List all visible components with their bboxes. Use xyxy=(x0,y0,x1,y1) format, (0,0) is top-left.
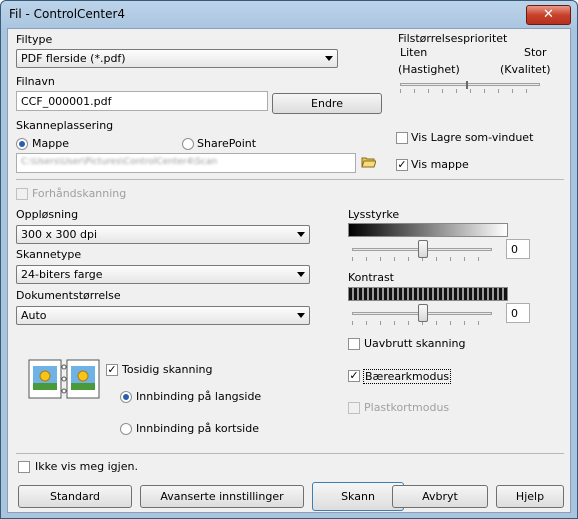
priority-high-label: Stor xyxy=(524,46,547,59)
plastic-card-label: Plastkortmodus xyxy=(364,401,450,414)
title-bar[interactable]: Fil - ControlCenter4 ✕ xyxy=(1,1,577,28)
folder-radio-label: Mappe xyxy=(32,137,69,150)
priority-high-sublabel: (Kvalitet) xyxy=(500,63,551,76)
close-button[interactable]: ✕ xyxy=(526,5,571,25)
dont-show-again-checkbox[interactable] xyxy=(18,461,30,473)
cancel-button[interactable]: Avbryt xyxy=(392,485,488,508)
resolution-value: 300 x 300 dpi xyxy=(21,228,98,241)
contrast-pattern xyxy=(348,287,508,301)
duplex-pages-icon xyxy=(28,359,100,399)
show-folder-label: Vis mappe xyxy=(411,158,469,171)
short-edge-label: Innbinding på kortside xyxy=(136,422,259,435)
sharepoint-radio[interactable] xyxy=(182,138,194,150)
plastic-card-checkbox[interactable] xyxy=(348,402,360,414)
dont-show-again-label: Ikke vis meg igjen. xyxy=(35,460,138,473)
document-size-value: Auto xyxy=(21,309,47,322)
continuous-scan-label: Uavbrutt skanning xyxy=(364,337,466,350)
standard-button[interactable]: Standard xyxy=(18,485,132,508)
controlcenter-window: Fil - ControlCenter4 ✕ Filtype PDF flers… xyxy=(0,0,578,519)
filetype-select[interactable]: PDF flerside (*.pdf) xyxy=(16,49,338,68)
duplex-checkbox[interactable]: ✓ xyxy=(106,364,118,376)
checkmark-icon: ✓ xyxy=(397,158,407,171)
checkmark-icon: ✓ xyxy=(349,369,359,382)
brightness-gradient xyxy=(348,223,508,237)
chevron-down-icon xyxy=(297,272,305,277)
chevron-down-icon xyxy=(297,232,305,237)
dialog-body: Filtype PDF flerside (*.pdf) Filstørrels… xyxy=(7,28,571,513)
long-edge-radio[interactable] xyxy=(120,391,132,403)
scan-path-field[interactable]: C:\Users\User\Pictures\ControlCenter4\Sc… xyxy=(16,153,356,173)
change-filename-button[interactable]: Endre xyxy=(272,93,382,114)
chevron-down-icon xyxy=(325,56,333,61)
carrier-sheet-checkbox[interactable]: ✓ xyxy=(348,370,360,382)
short-edge-radio[interactable] xyxy=(120,423,132,435)
filename-value: CCF_000001.pdf xyxy=(21,95,112,108)
document-size-select[interactable]: Auto xyxy=(16,306,310,325)
filename-label: Filnavn xyxy=(16,75,55,88)
prescan-checkbox[interactable] xyxy=(16,188,28,200)
priority-title: Filstørrelsesprioritet xyxy=(398,32,508,45)
scan-path-value: C:\Users\User\Pictures\ControlCenter4\Sc… xyxy=(21,157,218,167)
resolution-select[interactable]: 300 x 300 dpi xyxy=(16,225,310,244)
scan-type-label: Skannetype xyxy=(16,248,82,261)
folder-radio[interactable] xyxy=(16,138,28,150)
priority-slider-track[interactable] xyxy=(400,83,540,86)
resolution-label: Oppløsning xyxy=(16,208,79,221)
priority-slider-thumb[interactable] xyxy=(466,81,468,89)
separator xyxy=(16,453,564,454)
filetype-value: PDF flerside (*.pdf) xyxy=(21,52,126,65)
contrast-label: Kontrast xyxy=(348,271,394,284)
advanced-settings-button[interactable]: Avanserte innstillinger xyxy=(140,485,304,508)
sharepoint-radio-label: SharePoint xyxy=(197,137,257,150)
continuous-scan-checkbox[interactable] xyxy=(348,338,360,350)
brightness-value-field[interactable]: 0 xyxy=(506,239,530,259)
duplex-label: Tosidig skanning xyxy=(122,363,213,376)
show-folder-checkbox[interactable]: ✓ xyxy=(396,159,408,171)
contrast-slider-thumb[interactable] xyxy=(418,304,428,322)
filename-field[interactable]: CCF_000001.pdf xyxy=(16,91,268,111)
document-size-label: Dokumentstørrelse xyxy=(16,289,121,302)
brightness-slider-thumb[interactable] xyxy=(418,240,428,258)
chevron-down-icon xyxy=(297,313,305,318)
carrier-sheet-label: Bærearkmodus xyxy=(363,369,452,384)
brightness-label: Lysstyrke xyxy=(348,208,400,221)
window-title: Fil - ControlCenter4 xyxy=(9,7,126,21)
scan-type-value: 24-biters farge xyxy=(21,268,103,281)
long-edge-label: Innbinding på langside xyxy=(136,390,262,403)
folder-icon[interactable] xyxy=(361,156,377,168)
checkmark-icon: ✓ xyxy=(107,363,117,376)
show-save-as-checkbox[interactable] xyxy=(396,132,408,144)
close-icon: ✕ xyxy=(543,7,554,22)
prescan-label: Forhåndskanning xyxy=(32,187,127,200)
priority-low-label: Liten xyxy=(400,46,428,59)
scan-type-select[interactable]: 24-biters farge xyxy=(16,265,310,284)
priority-slider-ticks xyxy=(400,89,540,93)
scan-button[interactable]: Skann xyxy=(312,482,404,511)
filetype-label: Filtype xyxy=(16,33,53,46)
show-save-as-label: Vis Lagre som-vinduet xyxy=(411,131,534,144)
help-button[interactable]: Hjelp xyxy=(496,485,564,508)
priority-low-sublabel: (Hastighet) xyxy=(398,63,460,76)
scan-location-label: Skanneplassering xyxy=(16,119,114,132)
separator xyxy=(16,179,564,180)
contrast-value-field[interactable]: 0 xyxy=(506,303,530,323)
